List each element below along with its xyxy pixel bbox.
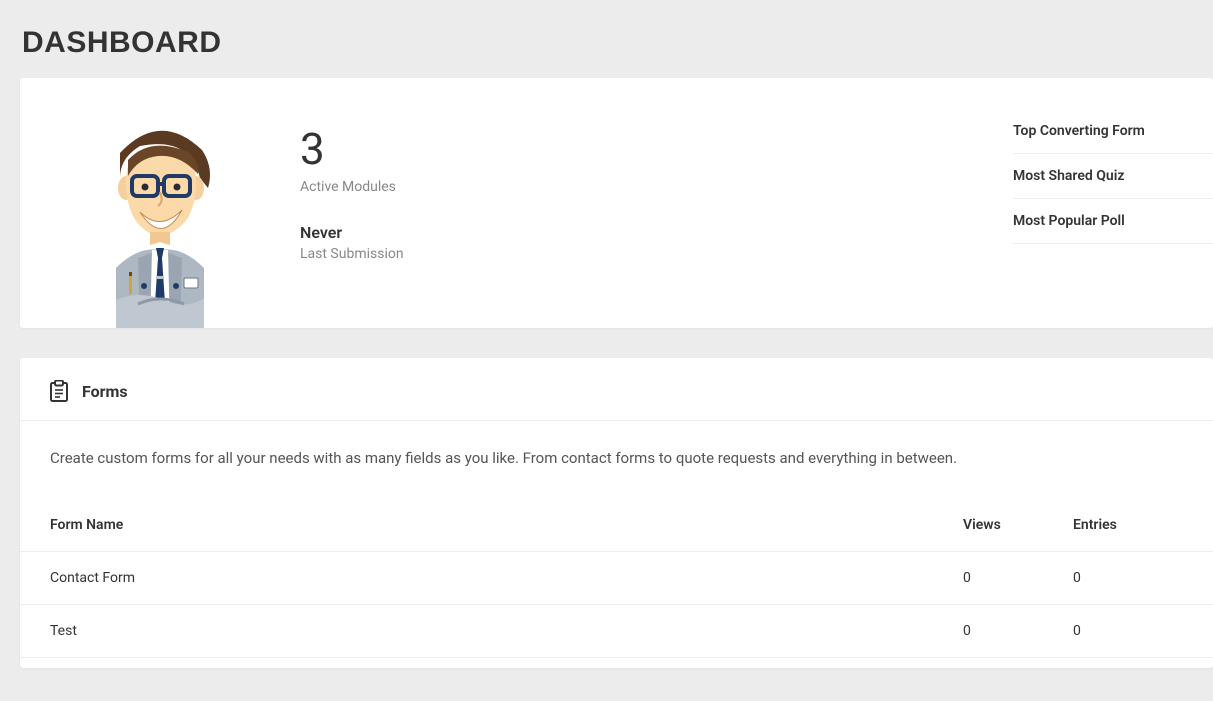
col-views: Views [933, 499, 1073, 552]
forms-table: Form Name Views Entries Contact Form 0 0… [20, 499, 1213, 658]
table-row[interactable]: Contact Form 0 0 [20, 552, 1213, 605]
col-entries: Entries [1073, 499, 1213, 552]
last-submission-label: Last Submission [300, 246, 1013, 262]
summary-card: 3 Active Modules Never Last Submission T… [20, 78, 1213, 328]
side-links: Top Converting Form Most Shared Quiz Mos… [1013, 78, 1213, 328]
form-views-cell: 0 [933, 552, 1073, 605]
side-link-top-converting-form[interactable]: Top Converting Form [1013, 123, 1213, 154]
side-link-most-shared-quiz[interactable]: Most Shared Quiz [1013, 154, 1213, 199]
form-entries-cell: 0 [1073, 605, 1213, 658]
form-views-cell: 0 [933, 605, 1073, 658]
forms-card: Forms Create custom forms for all your n… [20, 358, 1213, 668]
avatar-illustration [80, 118, 240, 328]
active-modules-label: Active Modules [300, 179, 1013, 195]
forms-table-header-row: Form Name Views Entries [20, 499, 1213, 552]
active-modules-count: 3 [300, 123, 1013, 175]
stats-column: 3 Active Modules Never Last Submission [300, 78, 1013, 328]
forms-header: Forms [20, 358, 1213, 421]
col-form-name: Form Name [20, 499, 933, 552]
form-name-cell: Test [20, 605, 933, 658]
last-submission-stat: Never Last Submission [300, 223, 1013, 262]
form-entries-cell: 0 [1073, 552, 1213, 605]
clipboard-icon [50, 380, 68, 402]
last-submission-value: Never [300, 223, 1013, 242]
forms-description: Create custom forms for all your needs w… [20, 421, 1213, 477]
form-name-cell: Contact Form [20, 552, 933, 605]
forms-title: Forms [82, 382, 128, 401]
table-row[interactable]: Test 0 0 [20, 605, 1213, 658]
active-modules-stat: 3 Active Modules [300, 123, 1013, 195]
avatar-column [20, 78, 300, 328]
side-link-most-popular-poll[interactable]: Most Popular Poll [1013, 199, 1213, 244]
page-title: DASHBOARD [0, 0, 1213, 78]
